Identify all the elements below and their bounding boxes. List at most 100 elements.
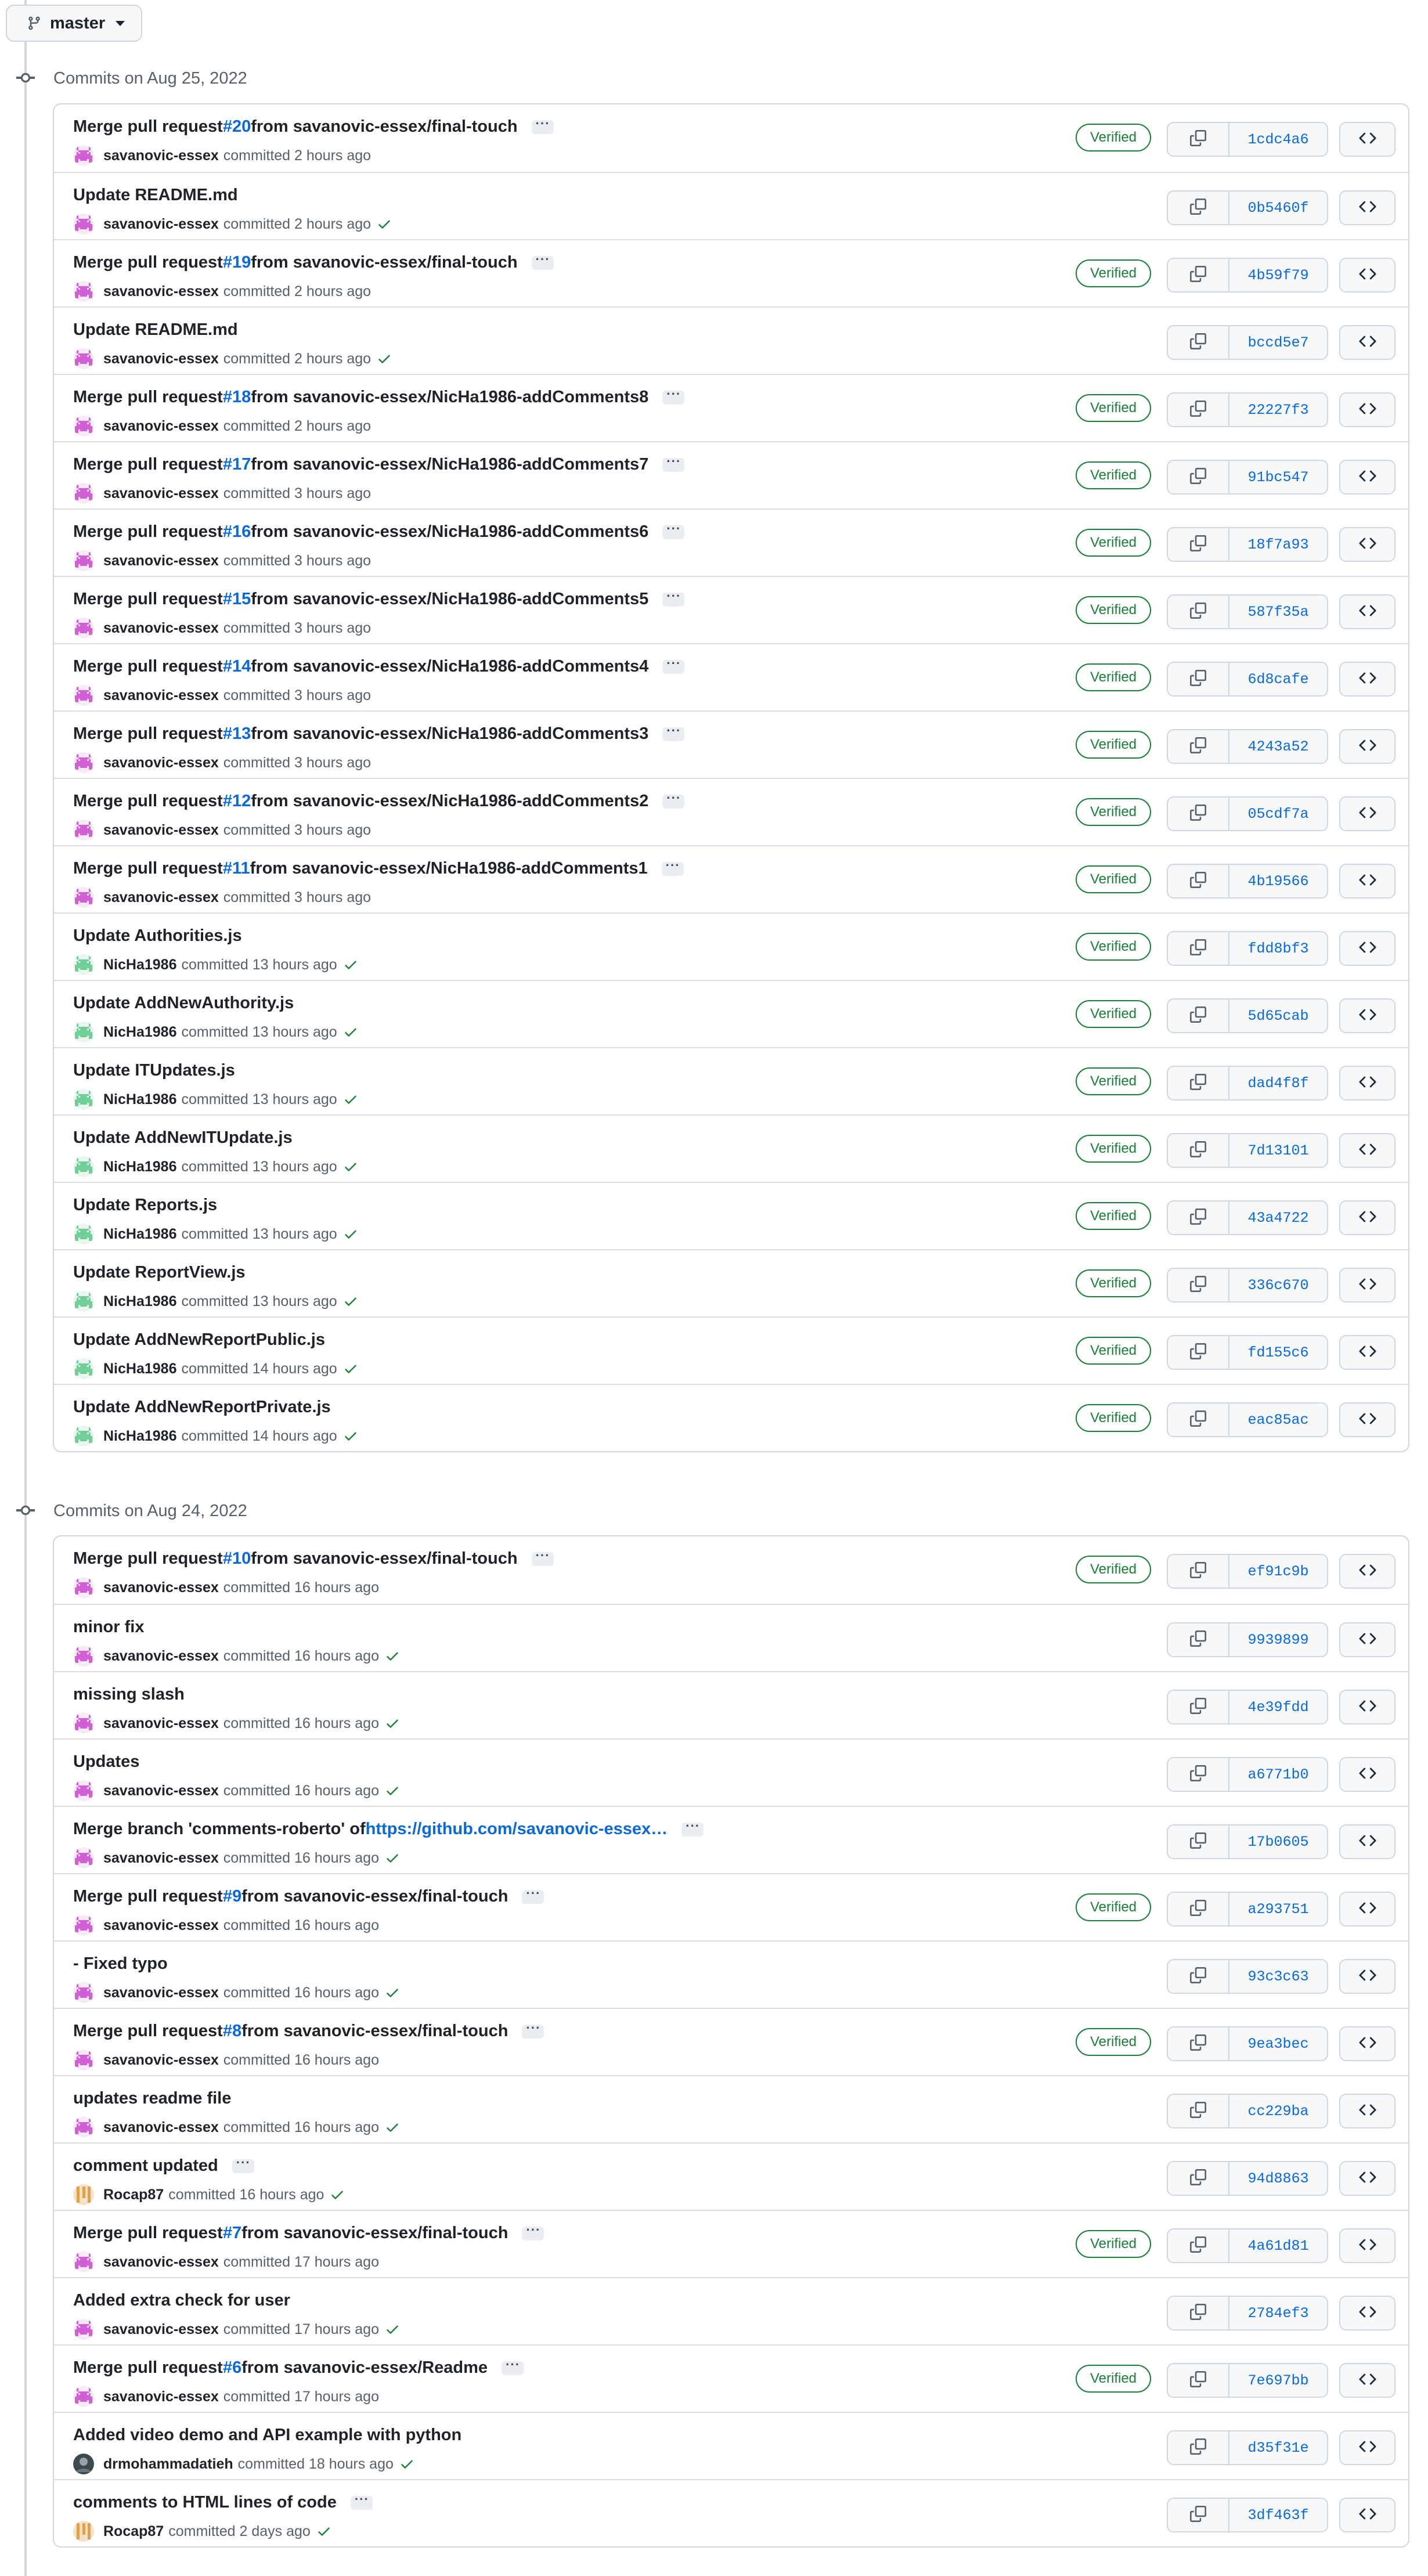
pull-request-link[interactable]: #16 (223, 522, 251, 542)
copy-sha-button[interactable] (1168, 1269, 1229, 1301)
author-avatar[interactable] (73, 2050, 94, 2070)
branch-selector-button[interactable]: master (6, 5, 142, 42)
author-avatar[interactable] (73, 416, 94, 436)
commit-sha-link[interactable]: 1cdc4a6 (1229, 123, 1327, 156)
browse-repository-button[interactable] (1339, 258, 1395, 293)
commit-title-text[interactable]: Merge pull request (73, 1887, 223, 1906)
expand-message-button[interactable] (350, 2492, 373, 2510)
copy-sha-button[interactable] (1168, 865, 1229, 897)
expand-message-button[interactable] (661, 858, 684, 876)
author-avatar[interactable] (73, 2521, 94, 2542)
browse-repository-button[interactable] (1339, 2296, 1395, 2330)
check-status-icon[interactable] (377, 217, 392, 232)
author-name[interactable]: savanovic-essex (103, 2321, 219, 2338)
commit-title-rest[interactable]: from savanovic-essex/NicHa1986-addCommen… (251, 388, 648, 407)
expand-message-button[interactable] (522, 2223, 544, 2241)
verified-badge[interactable]: Verified (1076, 1000, 1151, 1028)
verified-badge[interactable]: Verified (1076, 1202, 1151, 1230)
verified-badge[interactable]: Verified (1076, 596, 1151, 624)
author-avatar[interactable] (73, 1156, 94, 1177)
commit-sha-link[interactable]: 7e697bb (1229, 2364, 1327, 2397)
copy-sha-button[interactable] (1168, 1960, 1229, 1993)
author-avatar[interactable] (73, 820, 94, 840)
copy-sha-button[interactable] (1168, 2297, 1229, 2329)
commit-title-rest[interactable]: from savanovic-essex/NicHa1986-addCommen… (251, 522, 648, 542)
copy-sha-button[interactable] (1168, 1893, 1229, 1925)
verified-badge[interactable]: Verified (1076, 2028, 1151, 2056)
pull-request-link[interactable]: #12 (223, 792, 251, 811)
author-name[interactable]: savanovic-essex (103, 1648, 219, 1665)
copy-sha-button[interactable] (1168, 1623, 1229, 1656)
commit-sha-link[interactable]: 4e39fdd (1229, 1691, 1327, 1723)
expand-message-button[interactable] (531, 116, 554, 134)
browse-repository-button[interactable] (1339, 931, 1395, 966)
pull-request-link[interactable]: #14 (223, 657, 251, 676)
commit-sha-link[interactable]: ef91c9b (1229, 1555, 1327, 1588)
commit-sha-link[interactable]: a6771b0 (1229, 1758, 1327, 1791)
commit-sha-link[interactable]: 91bc547 (1229, 461, 1327, 493)
browse-repository-button[interactable] (1339, 1402, 1395, 1437)
expand-message-button[interactable] (662, 589, 685, 607)
commit-sha-link[interactable]: cc229ba (1229, 2095, 1327, 2127)
commit-title-text[interactable]: Merge pull request (73, 253, 223, 272)
commit-sha-link[interactable]: eac85ac (1229, 1404, 1327, 1436)
author-avatar[interactable] (73, 214, 94, 234)
author-avatar[interactable] (73, 1577, 94, 1598)
verified-badge[interactable]: Verified (1076, 865, 1151, 893)
commit-title-rest[interactable]: from savanovic-essex/NicHa1986-addCommen… (250, 859, 648, 878)
author-name[interactable]: savanovic-essex (103, 283, 219, 300)
author-avatar[interactable] (73, 483, 94, 504)
verified-badge[interactable]: Verified (1076, 461, 1151, 489)
expand-message-button[interactable] (531, 1548, 554, 1566)
copy-sha-button[interactable] (1168, 123, 1229, 156)
verified-badge[interactable]: Verified (1076, 1893, 1151, 1921)
commit-sha-link[interactable]: 22227f3 (1229, 394, 1327, 426)
copy-sha-button[interactable] (1168, 1825, 1229, 1858)
commit-title-rest[interactable]: from savanovic-essex/Readme (241, 2358, 488, 2377)
copy-sha-button[interactable] (1168, 2095, 1229, 2127)
browse-repository-button[interactable] (1339, 1824, 1395, 1859)
commit-title-text[interactable]: Merge pull request (73, 388, 223, 407)
browse-repository-button[interactable] (1339, 2094, 1395, 2128)
copy-sha-button[interactable] (1168, 1691, 1229, 1723)
expand-message-button[interactable] (522, 2021, 544, 2039)
copy-sha-button[interactable] (1168, 1336, 1229, 1369)
commit-sha-link[interactable]: 4243a52 (1229, 730, 1327, 763)
author-avatar[interactable] (73, 2319, 94, 2340)
author-avatar[interactable] (73, 1915, 94, 1936)
author-name[interactable]: drmohammadatieh (103, 2456, 233, 2473)
commit-title-text[interactable]: Merge pull request (73, 724, 223, 744)
check-status-icon[interactable] (343, 1092, 358, 1107)
pull-request-link[interactable]: #11 (223, 859, 250, 878)
browse-repository-button[interactable] (1339, 662, 1395, 697)
author-name[interactable]: savanovic-essex (103, 687, 219, 704)
author-avatar[interactable] (73, 752, 94, 773)
expand-message-button[interactable] (662, 723, 685, 741)
pull-request-link[interactable]: #10 (223, 1549, 251, 1568)
commit-sha-link[interactable]: 7d13101 (1229, 1134, 1327, 1167)
expand-message-button[interactable] (662, 387, 685, 405)
commit-sha-link[interactable]: 43a4722 (1229, 1202, 1327, 1234)
commit-sha-link[interactable]: 587f35a (1229, 596, 1327, 628)
author-avatar[interactable] (73, 1291, 94, 1312)
commit-title-rest[interactable]: from savanovic-essex/final-touch (241, 2022, 508, 2041)
commit-title-rest[interactable]: from savanovic-essex/final-touch (241, 1887, 508, 1906)
author-avatar[interactable] (73, 2184, 94, 2205)
commit-title-text[interactable]: Merge pull request (73, 2224, 223, 2243)
commit-title-text[interactable]: Update ITUpdates.js (73, 1061, 235, 1080)
commit-title-text[interactable]: comment updated (73, 2156, 218, 2175)
commit-sha-link[interactable]: a293751 (1229, 1893, 1327, 1925)
author-avatar[interactable] (73, 954, 94, 975)
author-name[interactable]: NicHa1986 (103, 1293, 176, 1310)
commit-title-text[interactable]: missing slash (73, 1685, 185, 1704)
expand-message-button[interactable] (502, 2357, 524, 2375)
author-avatar[interactable] (73, 618, 94, 638)
check-status-icon[interactable] (399, 2456, 414, 2472)
copy-sha-button[interactable] (1168, 2499, 1229, 2531)
author-avatar[interactable] (73, 348, 94, 369)
commit-title-text[interactable]: Merge pull request (73, 792, 223, 811)
commit-sha-link[interactable]: 9939899 (1229, 1623, 1327, 1656)
copy-sha-button[interactable] (1168, 1555, 1229, 1588)
pull-request-link[interactable]: #6 (223, 2358, 241, 2377)
browse-repository-button[interactable] (1339, 1622, 1395, 1657)
